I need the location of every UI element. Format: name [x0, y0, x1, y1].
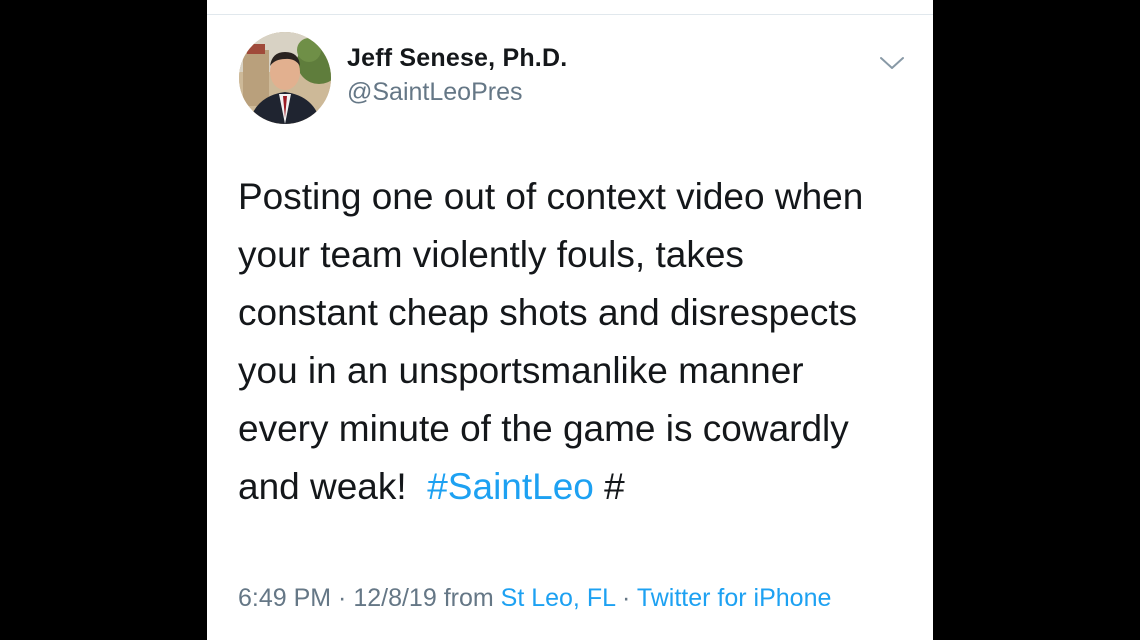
author-avatar[interactable] — [239, 32, 331, 124]
tweet-text-line: constant cheap shots and disrespects — [238, 292, 858, 333]
tweet-text-line: you in an unsportsmanlike manner — [238, 350, 804, 391]
meta-separator: · — [331, 584, 354, 612]
author-display-name[interactable]: Jeff Senese, Ph.D. — [347, 44, 567, 73]
tweet-meta: 6:49 PM · 12/8/19 from St Leo, FL · Twit… — [238, 584, 831, 613]
screenshot-stage: Jeff Senese, Ph.D. @SaintLeoPres Posting… — [0, 0, 1140, 640]
avatar-photo — [239, 32, 331, 124]
hashtag-empty: # — [593, 466, 625, 507]
tweet-date[interactable]: 12/8/19 — [353, 584, 436, 612]
meta-separator: · — [615, 584, 637, 612]
tweet-text-last-line: and weak! #SaintLeo # — [238, 458, 918, 516]
tweet-time[interactable]: 6:49 PM — [238, 584, 331, 612]
meta-from: from — [436, 584, 501, 612]
tweet-text-line: your team violently fouls, takes — [238, 234, 744, 275]
tweet-card: Jeff Senese, Ph.D. @SaintLeoPres Posting… — [207, 0, 933, 640]
tweet-text-line: Posting one out of context video when — [238, 176, 864, 217]
author-handle[interactable]: @SaintLeoPres — [347, 78, 522, 107]
tweet-location-link[interactable]: St Leo, FL — [501, 584, 615, 612]
tweet-text-segment: and weak! — [238, 466, 428, 507]
tweet-text-line: every minute of the game is cowardly — [238, 408, 849, 449]
chevron-down-icon[interactable] — [879, 54, 905, 72]
tweet-source-link[interactable]: Twitter for iPhone — [637, 584, 832, 612]
tweet-text: Posting one out of context video when yo… — [238, 168, 918, 516]
top-divider — [207, 14, 933, 15]
hashtag-saintleo[interactable]: #SaintLeo — [427, 466, 594, 507]
